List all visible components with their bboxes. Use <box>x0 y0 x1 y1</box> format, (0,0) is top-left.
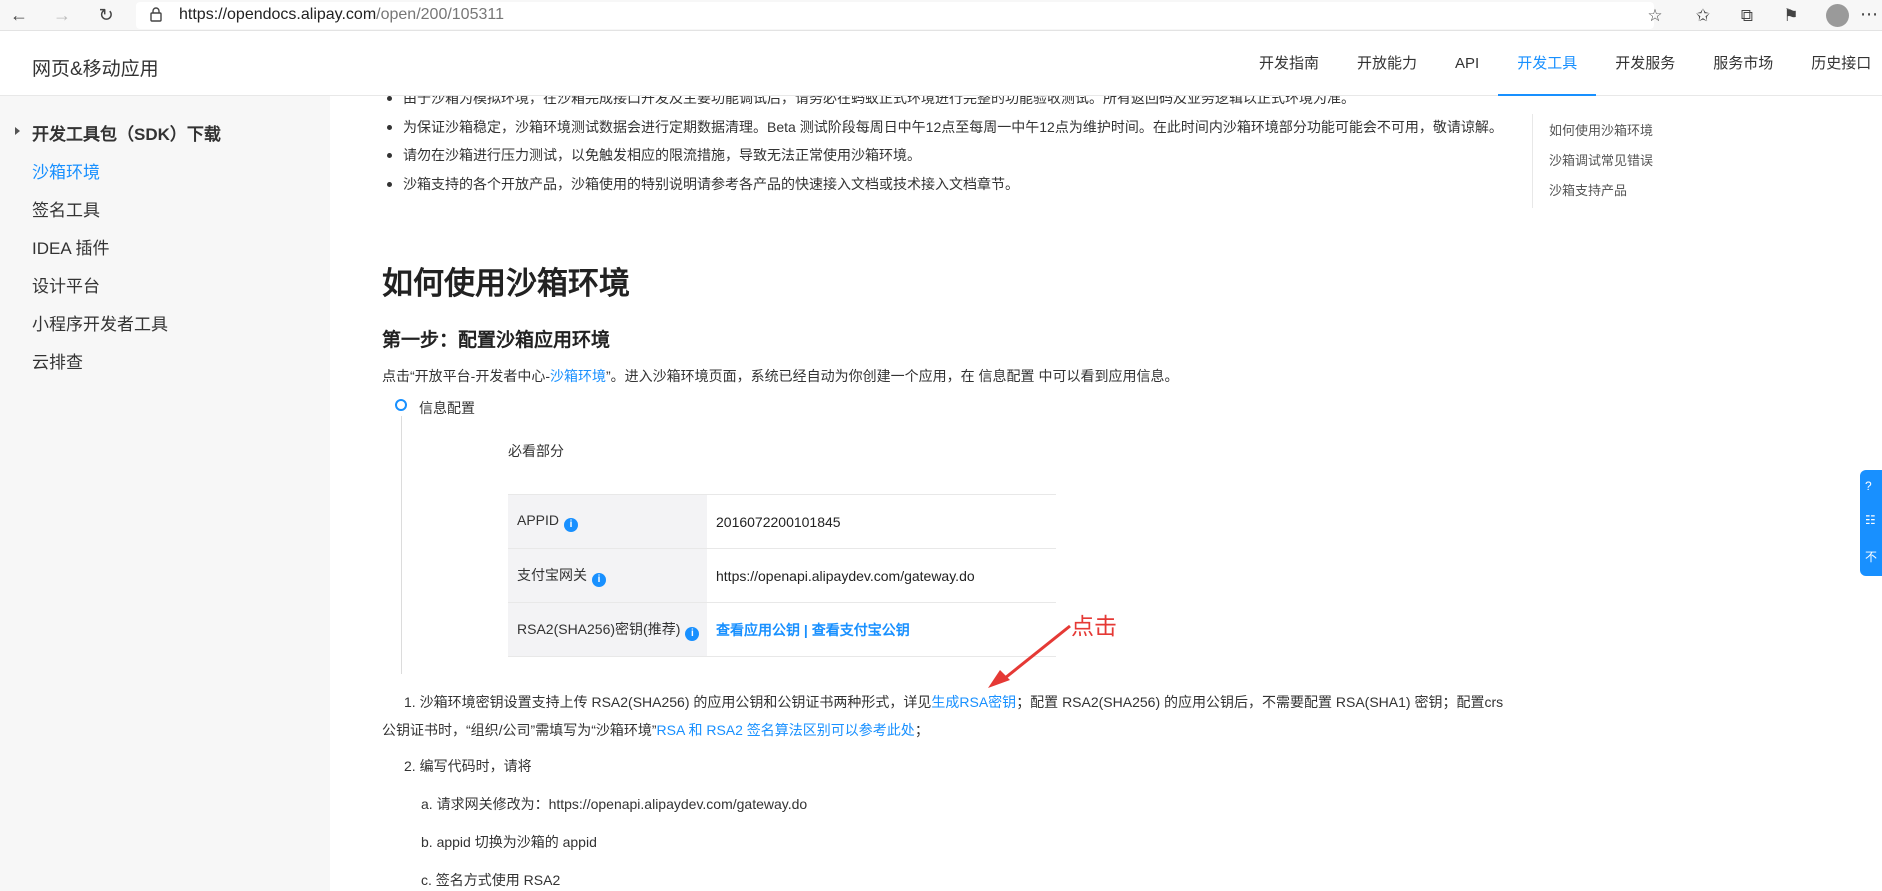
sub-item-sign: c. 签名方式使用 RSA2 <box>421 872 561 888</box>
list-item: 沙箱支持的各个开放产品，沙箱使用的特别说明请参考各产品的快速接入文档或技术接入文… <box>380 170 1510 199</box>
view-alipay-public-key-link[interactable]: 查看支付宝公钥 <box>812 622 910 638</box>
favorites-icon[interactable]: ✩ <box>1692 5 1714 27</box>
intro-paragraph: 点击“开放平台-开发者中心-沙箱环境”。进入沙箱环境页面，系统已经自动为你创建一… <box>382 368 1179 384</box>
refresh-icon[interactable]: ↻ <box>96 5 116 25</box>
rsa-difference-link[interactable]: RSA 和 RSA2 签名算法区别可以参考此处 <box>657 722 915 738</box>
timeline-line <box>401 416 402 674</box>
view-app-public-key-link[interactable]: 查看应用公钥 <box>716 622 800 638</box>
nav-legacy-api[interactable]: 历史接口 <box>1792 31 1882 96</box>
sidebar-item-sandbox[interactable]: 沙箱环境 <box>32 158 100 183</box>
float-tab-label[interactable]: 不 <box>1865 548 1877 565</box>
info-icon[interactable]: i <box>564 517 579 532</box>
nav-api[interactable]: API <box>1436 31 1498 96</box>
toc-item-how-to-use[interactable]: 如何使用沙箱环境 <box>1549 120 1653 139</box>
sidebar-item-sign-tool[interactable]: 签名工具 <box>32 196 100 221</box>
help-icon[interactable]: ? <box>1865 479 1872 493</box>
timeline-dot <box>395 399 407 411</box>
info-icon[interactable]: i <box>592 572 606 587</box>
list-item: 为保证沙箱稳定，沙箱环境测试数据会进行定期数据清理。Beta 测试阶段每周日中午… <box>380 113 1510 142</box>
timeline-title: 信息配置 <box>419 400 475 416</box>
star-icon[interactable]: ☆ <box>1644 5 1666 27</box>
nav-dev-services[interactable]: 开发服务 <box>1596 31 1694 96</box>
table-row: RSA2(SHA256)密钥(推荐) i 查看应用公钥 | 查看支付宝公钥 <box>508 602 1056 657</box>
collections-icon[interactable]: ⧉ <box>1736 5 1758 27</box>
app-info-table: APPID i 2016072200101845 支付宝网关 i https://o… <box>508 494 1056 657</box>
more-icon[interactable]: ⋯ <box>1860 4 1878 25</box>
sandbox-link[interactable]: 沙箱环境 <box>550 368 606 384</box>
top-nav: 开发指南 开放能力 API 开发工具 开发服务 服务市场 历史接口 <box>1240 31 1882 96</box>
table-of-contents: 如何使用沙箱环境 沙箱调试常见错误 沙箱支持产品 <box>1532 114 1653 208</box>
caret-right-icon[interactable] <box>15 127 20 135</box>
sidebar-item-design-platform[interactable]: 设计平台 <box>32 272 100 297</box>
nav-dev-tools[interactable]: 开发工具 <box>1498 31 1597 96</box>
sub-item-gateway: a. 请求网关修改为：https://openapi.alipaydev.com… <box>421 796 808 812</box>
lock-icon <box>150 7 162 22</box>
browser-toolbar: ← → ↻ https://opendocs.alipay.com/open/2… <box>0 0 1882 31</box>
qr-icon[interactable]: ☷ <box>1865 513 1876 527</box>
nav-open-capability[interactable]: 开放能力 <box>1338 31 1436 96</box>
sidebar-item-cloud-diagnose[interactable]: 云排查 <box>32 348 83 373</box>
must-read-label: 必看部分 <box>508 443 564 459</box>
toc-item-supported-products[interactable]: 沙箱支持产品 <box>1549 180 1627 199</box>
url-text[interactable]: https://opendocs.alipay.com/open/200/105… <box>179 6 504 24</box>
gateway-label: 支付宝网关 <box>517 566 587 583</box>
site-header: 网页&移动应用 开发指南 开放能力 API 开发工具 开发服务 服务市场 历史接… <box>0 31 1882 96</box>
toc-item-common-errors[interactable]: 沙箱调试常见错误 <box>1549 150 1653 169</box>
generate-rsa-key-link[interactable]: 生成RSA密钥 <box>931 694 1016 710</box>
sidebar-item-idea-plugin[interactable]: IDEA 插件 <box>32 234 109 259</box>
sidebar-item-miniapp-tools[interactable]: 小程序开发者工具 <box>32 310 168 335</box>
step-heading: 第一步：配置沙箱应用环境 <box>382 330 611 351</box>
notice-list: 由于沙箱为模拟环境，在沙箱完成接口开发及主要功能调试后，请务必在蚂蚁正式环境进行… <box>380 96 1510 198</box>
gateway-value: https://openapi.alipaydev.com/gateway.do <box>707 548 1056 603</box>
back-icon[interactable]: ← <box>9 5 29 25</box>
note-rsa: 1. 沙箱环境密钥设置支持上传 RSA2(SHA256) 的应用公钥和公钥证书两… <box>382 694 1504 738</box>
info-icon[interactable]: i <box>685 626 700 641</box>
list-item: 请勿在沙箱进行压力测试，以免触发相应的限流措施，导致无法正常使用沙箱环境。 <box>380 141 1510 170</box>
table-row: APPID i 2016072200101845 <box>508 494 1056 549</box>
nav-service-market[interactable]: 服务市场 <box>1694 31 1792 96</box>
appid-value: 2016072200101845 <box>707 494 1056 549</box>
note-code: 2. 编写代码时，请将 <box>404 758 532 774</box>
section-heading: 如何使用沙箱环境 <box>382 266 630 301</box>
appid-label: APPID <box>517 511 560 528</box>
list-item: 由于沙箱为模拟环境，在沙箱完成接口开发及主要功能调试后，请务必在蚂蚁正式环境进行… <box>380 96 1510 113</box>
forward-icon[interactable]: → <box>52 5 72 25</box>
floating-help-tab[interactable]: ? ☷ 不 <box>1860 470 1882 576</box>
feedback-icon[interactable]: ⚑ <box>1780 5 1802 27</box>
rsa2-key-label: RSA2(SHA256)密钥(推荐) <box>517 620 681 637</box>
table-row: 支付宝网关 i https://openapi.alipaydev.com/gat… <box>508 548 1056 603</box>
annotation-label: 点击 <box>1071 614 1117 640</box>
main-content: 由于沙箱为模拟环境，在沙箱完成接口开发及主要功能调试后，请务必在蚂蚁正式环境进行… <box>330 96 1520 891</box>
profile-avatar[interactable] <box>1826 4 1849 27</box>
nav-dev-guide[interactable]: 开发指南 <box>1240 31 1338 96</box>
sub-item-appid: b. appid 切换为沙箱的 appid <box>421 834 597 850</box>
annotation-arrow <box>988 624 1071 688</box>
sidebar-item-sdk[interactable]: 开发工具包（SDK）下载 <box>32 120 221 145</box>
brand-title[interactable]: 网页&移动应用 <box>32 54 159 81</box>
